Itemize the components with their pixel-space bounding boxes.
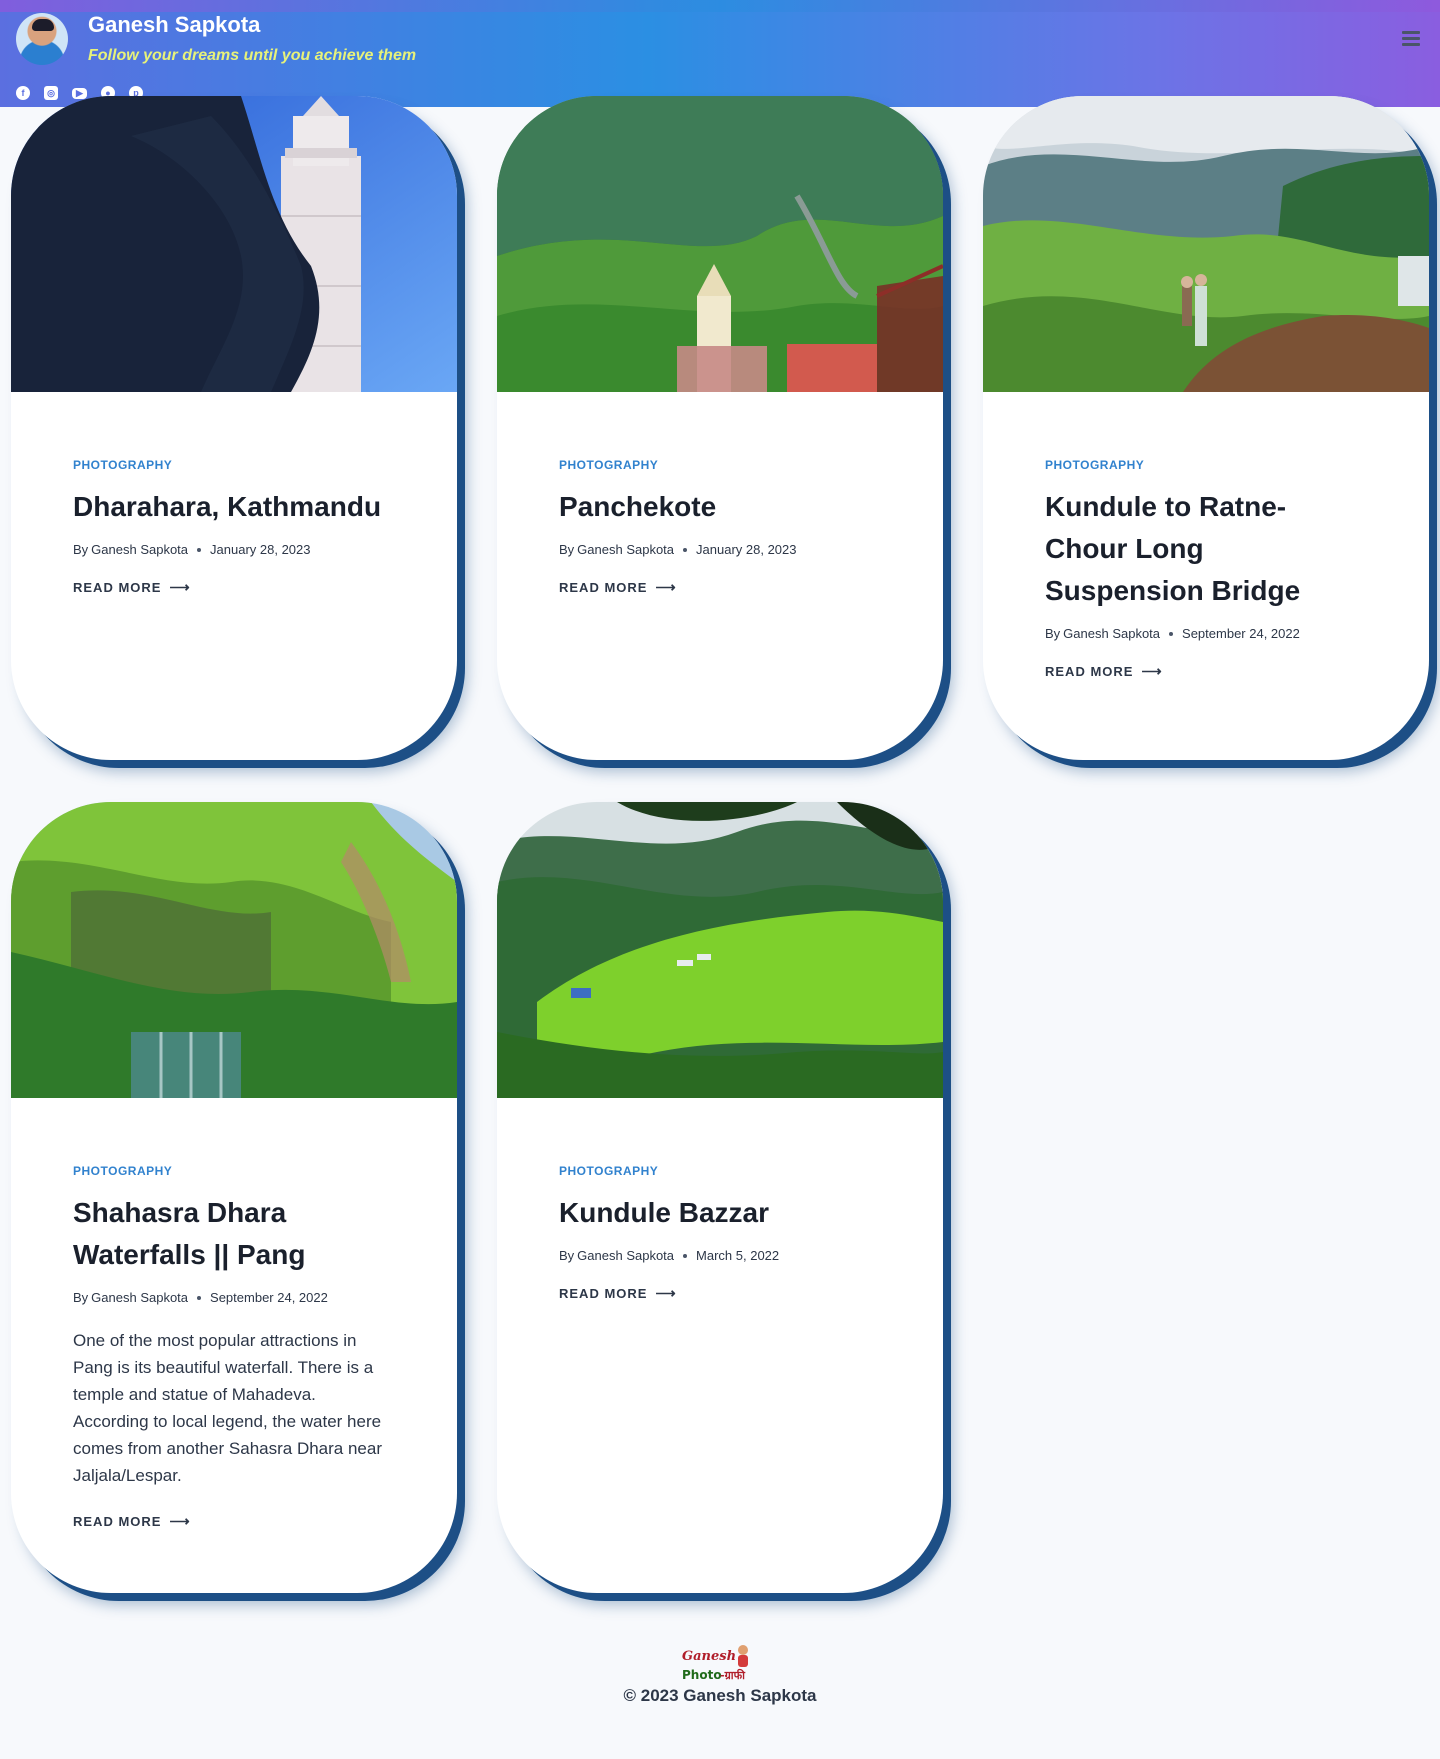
by-label: By bbox=[73, 1290, 89, 1305]
post-date: September 24, 2022 bbox=[1182, 626, 1300, 641]
arrow-right-icon: ⟶ bbox=[169, 579, 190, 595]
read-more-link[interactable]: READ MORE ⟶ bbox=[73, 1513, 190, 1530]
post-meta: By Ganesh Sapkota September 24, 2022 bbox=[1045, 626, 1367, 641]
green-fields-valley-image bbox=[497, 802, 943, 1098]
site-header: Ganesh Sapkota Follow your dreams until … bbox=[0, 0, 1440, 107]
post-meta: By Ganesh Sapkota March 5, 2022 bbox=[559, 1248, 881, 1263]
footer-logo[interactable]: Ganesh Photo -ग्राफी bbox=[680, 1643, 760, 1683]
post-category-link[interactable]: PHOTOGRAPHY bbox=[559, 1164, 658, 1178]
waterfall-hillside-image bbox=[11, 802, 457, 1098]
read-more-link[interactable]: READ MORE ⟶ bbox=[559, 579, 676, 596]
site-title[interactable]: Ganesh Sapkota bbox=[88, 12, 260, 38]
post-thumbnail[interactable] bbox=[497, 96, 943, 392]
meta-separator bbox=[1169, 631, 1174, 636]
read-more-label: READ MORE bbox=[559, 580, 648, 595]
arrow-right-icon: ⟶ bbox=[655, 579, 676, 595]
post-thumbnail[interactable] bbox=[983, 96, 1429, 392]
post-category-link[interactable]: PHOTOGRAPHY bbox=[73, 458, 172, 472]
hamburger-menu-icon[interactable] bbox=[1402, 31, 1420, 47]
post-card: PHOTOGRAPHY Panchekote By Ganesh Sapkota… bbox=[497, 96, 943, 760]
site-tagline: Follow your dreams until you achieve the… bbox=[88, 47, 417, 64]
post-date: March 5, 2022 bbox=[696, 1248, 780, 1263]
meta-separator bbox=[683, 547, 688, 552]
dharahara-tower-image bbox=[11, 96, 457, 392]
post-thumbnail[interactable] bbox=[11, 96, 457, 392]
read-more-label: READ MORE bbox=[559, 1286, 648, 1301]
site-logo-avatar[interactable] bbox=[16, 13, 68, 65]
post-category-link[interactable]: PHOTOGRAPHY bbox=[559, 458, 658, 472]
post-thumbnail[interactable] bbox=[497, 802, 943, 1098]
post-title[interactable]: Dharahara, Kathmandu bbox=[73, 486, 395, 528]
meta-separator bbox=[197, 1295, 202, 1300]
author-link[interactable]: Ganesh Sapkota bbox=[577, 1248, 674, 1263]
post-excerpt: One of the most popular attractions in P… bbox=[73, 1331, 382, 1485]
post-thumbnail[interactable] bbox=[11, 802, 457, 1098]
post-category-link[interactable]: PHOTOGRAPHY bbox=[73, 1164, 172, 1178]
post-title[interactable]: Panchekote bbox=[559, 486, 881, 528]
arrow-right-icon: ⟶ bbox=[655, 1285, 676, 1301]
author-link[interactable]: Ganesh Sapkota bbox=[1063, 626, 1160, 641]
by-label: By bbox=[559, 542, 575, 557]
post-card: PHOTOGRAPHY Kundule to Ratne-Chour Long … bbox=[983, 96, 1429, 760]
post-card: PHOTOGRAPHY Shahasra Dhara Waterfalls ||… bbox=[11, 802, 457, 1593]
post-card: PHOTOGRAPHY Dharahara, Kathmandu By Gane… bbox=[11, 96, 457, 760]
post-card: PHOTOGRAPHY Kundule Bazzar By Ganesh Sap… bbox=[497, 802, 943, 1593]
ganesh-photo-logo-image: Ganesh Photo -ग्राफी bbox=[682, 1645, 748, 1682]
meta-separator bbox=[197, 547, 202, 552]
post-meta: By Ganesh Sapkota January 28, 2023 bbox=[73, 542, 395, 557]
post-title[interactable]: Shahasra Dhara Waterfalls || Pang bbox=[73, 1192, 395, 1276]
post-date: January 28, 2023 bbox=[210, 542, 311, 557]
footer-copyright: © 2023 Ganesh Sapkota bbox=[623, 1686, 817, 1705]
post-date: September 24, 2022 bbox=[210, 1290, 328, 1305]
author-link[interactable]: Ganesh Sapkota bbox=[91, 1290, 188, 1305]
post-date: January 28, 2023 bbox=[696, 542, 797, 557]
post-category-link[interactable]: PHOTOGRAPHY bbox=[1045, 458, 1144, 472]
by-label: By bbox=[73, 542, 89, 557]
read-more-label: READ MORE bbox=[1045, 664, 1134, 679]
svg-text:Photo: Photo bbox=[682, 1668, 722, 1682]
read-more-label: READ MORE bbox=[73, 1514, 162, 1529]
meta-separator bbox=[683, 1253, 688, 1258]
svg-text:-ग्राफी: -ग्राफी bbox=[720, 1668, 746, 1682]
read-more-link[interactable]: READ MORE ⟶ bbox=[559, 1285, 676, 1302]
svg-text:Ganesh: Ganesh bbox=[682, 1649, 736, 1664]
read-more-link[interactable]: READ MORE ⟶ bbox=[73, 579, 190, 596]
arrow-right-icon: ⟶ bbox=[1141, 663, 1162, 679]
panchekote-temple-image bbox=[497, 96, 943, 392]
post-meta: By Ganesh Sapkota September 24, 2022 bbox=[73, 1290, 395, 1305]
by-label: By bbox=[1045, 626, 1061, 641]
author-link[interactable]: Ganesh Sapkota bbox=[91, 542, 188, 557]
post-title[interactable]: Kundule Bazzar bbox=[559, 1192, 881, 1234]
suspension-bridge-trail-image bbox=[983, 96, 1429, 392]
read-more-link[interactable]: READ MORE ⟶ bbox=[1045, 663, 1162, 680]
arrow-right-icon: ⟶ bbox=[169, 1513, 190, 1529]
author-link[interactable]: Ganesh Sapkota bbox=[577, 542, 674, 557]
by-label: By bbox=[559, 1248, 575, 1263]
post-meta: By Ganesh Sapkota January 28, 2023 bbox=[559, 542, 881, 557]
post-title[interactable]: Kundule to Ratne-Chour Long Suspension B… bbox=[1045, 486, 1367, 612]
read-more-label: READ MORE bbox=[73, 580, 162, 595]
